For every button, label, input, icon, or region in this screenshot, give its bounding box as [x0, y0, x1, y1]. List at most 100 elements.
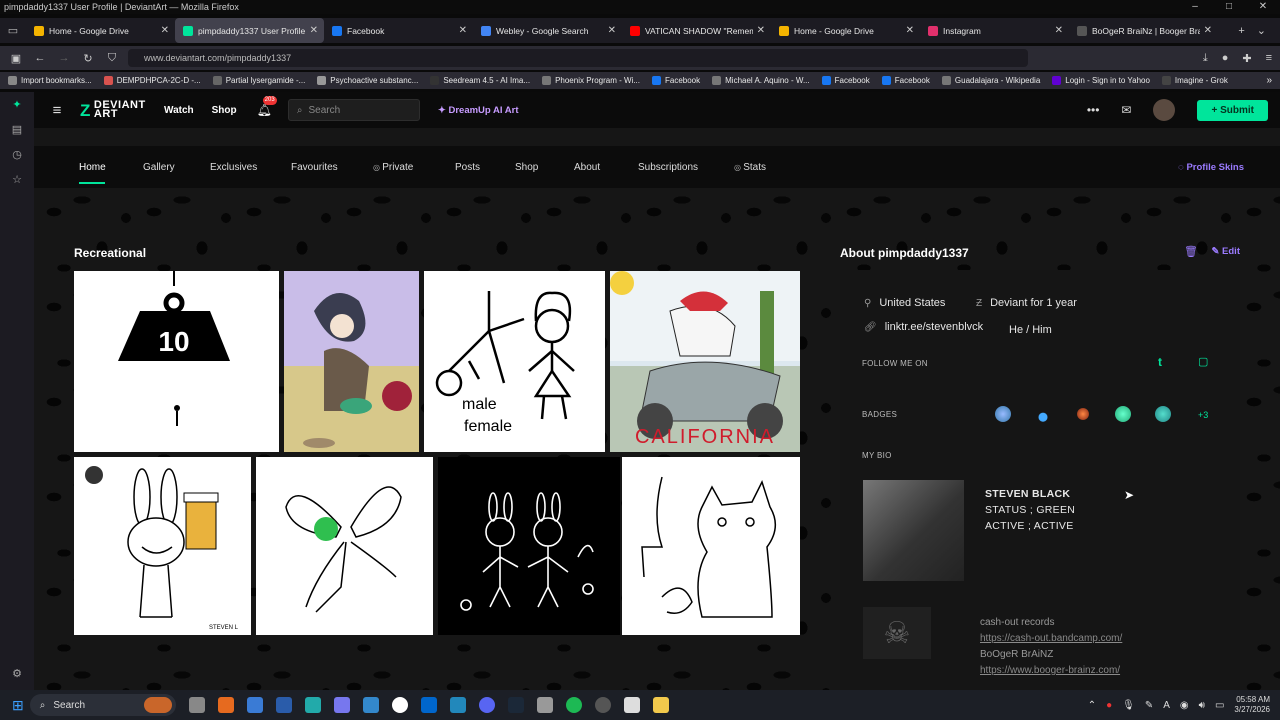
account-icon[interactable]: ●	[1222, 52, 1229, 64]
browser-tab[interactable]: Webley - Google Search ✕	[473, 18, 622, 43]
store-icon[interactable]	[420, 697, 437, 713]
bookmark-item[interactable]: Michael A. Aquino - W...	[712, 76, 810, 85]
bookmark-item[interactable]: Seedream 4.5 - AI Ima...	[430, 76, 530, 85]
badge-icon[interactable]	[1075, 406, 1091, 422]
bookmark-item[interactable]: Facebook	[651, 76, 700, 85]
reload-icon[interactable]: ↻	[76, 52, 100, 65]
tray-overflow-icon[interactable]: ⌃	[1088, 700, 1096, 711]
shield-icon[interactable]: ⛉	[100, 52, 124, 65]
subnav-exclusives[interactable]: Exclusives	[210, 162, 257, 173]
cash-link[interactable]: https://cash-out.bandcamp.com/	[980, 633, 1122, 644]
app-icon[interactable]	[333, 697, 350, 713]
close-tab-icon[interactable]: ✕	[1055, 25, 1063, 36]
language-icon[interactable]: A	[1163, 700, 1170, 711]
subnav-stats[interactable]: ◎ Stats	[734, 162, 766, 173]
subnav-posts[interactable]: Posts	[455, 162, 480, 173]
settings-icon[interactable]	[536, 697, 553, 713]
subnav-gallery[interactable]: Gallery	[143, 162, 175, 173]
gallery-thumb-rabbit[interactable]: STEVEN L	[74, 457, 251, 635]
discord-icon[interactable]	[478, 697, 495, 713]
maximize-button[interactable]: □	[1212, 0, 1246, 14]
task-view-icon[interactable]	[188, 697, 205, 713]
microphone-icon[interactable]: 🎙︎	[1122, 700, 1135, 711]
synced-tabs-icon[interactable]: ▤	[12, 123, 22, 136]
browser-tab[interactable]: Facebook ✕	[324, 18, 473, 43]
bookmark-item[interactable]: Guadalajara - Wikipedia	[941, 76, 1040, 85]
close-tab-icon[interactable]: ✕	[757, 25, 765, 36]
profile-link[interactable]: linktr.ee/stevenblvck	[885, 321, 983, 333]
app-icon[interactable]	[449, 697, 466, 713]
history-icon[interactable]: ◷	[12, 148, 22, 161]
subnav-private[interactable]: ◎ Private	[373, 162, 413, 173]
minimize-button[interactable]: –	[1178, 0, 1212, 14]
gallery-thumb-male-female[interactable]: male female	[424, 271, 605, 452]
browser-tab[interactable]: VATICAN SHADOW "Remembe ✕	[622, 18, 771, 43]
gallery-thumb-cat[interactable]	[622, 457, 800, 635]
back-icon[interactable]: ←	[28, 52, 52, 64]
bookmark-item[interactable]: Login - Sign in to Yahoo	[1052, 76, 1150, 85]
gallery-thumb-fairy[interactable]	[256, 457, 433, 635]
submit-button[interactable]: + Submit	[1197, 99, 1268, 121]
app-icon[interactable]	[391, 697, 408, 713]
subnav-subscriptions[interactable]: Subscriptions	[638, 162, 698, 173]
hamburger-menu-icon[interactable]: ≡	[34, 102, 80, 119]
shop-link[interactable]: Shop	[212, 105, 237, 116]
firefox-icon[interactable]	[217, 697, 234, 713]
bookmark-item[interactable]: Imagine - Grok	[1161, 76, 1228, 85]
pen-icon[interactable]: ✎	[1145, 700, 1153, 711]
bookmark-item[interactable]: Import bookmarks...	[8, 76, 92, 85]
close-tab-icon[interactable]: ✕	[608, 25, 616, 36]
close-tab-icon[interactable]: ✕	[906, 25, 914, 36]
gallery-thumb-weight[interactable]: 10	[74, 271, 279, 452]
twitch-icon[interactable]: ▢	[1198, 355, 1208, 368]
volume-icon[interactable]: 🔊︎	[1199, 700, 1205, 711]
tray-app-icon[interactable]: ●	[1106, 700, 1112, 711]
bookmarks-overflow-icon[interactable]: »	[1266, 75, 1272, 86]
profile-skins-link[interactable]: ◌ Profile Skins	[1178, 162, 1244, 173]
search-input[interactable]: ⌕ Search	[287, 99, 420, 121]
subnav-about[interactable]: About	[574, 162, 600, 173]
app-icon[interactable]	[594, 697, 611, 713]
network-icon[interactable]: ◉	[1180, 700, 1189, 711]
forward-icon[interactable]: →	[52, 52, 76, 64]
browser-tab[interactable]: BoOgeR BraiNz | Booger Brainz ✕	[1069, 18, 1218, 43]
close-window-button[interactable]: ✕	[1246, 0, 1280, 14]
subnav-favourites[interactable]: Favourites	[291, 162, 338, 173]
close-tab-icon[interactable]: ✕	[310, 25, 318, 36]
start-icon[interactable]: ⊞	[12, 697, 24, 714]
list-all-tabs-icon[interactable]: ⌄	[1257, 24, 1266, 37]
gallery-thumb-bunnies[interactable]	[438, 457, 620, 635]
badge-icon[interactable]	[1115, 406, 1131, 422]
bookmarks-icon[interactable]: ☆	[12, 173, 22, 186]
bookmark-item[interactable]: Phoenix Program - Wi...	[542, 76, 640, 85]
edit-link[interactable]: ✎ Edit	[1211, 246, 1240, 257]
bookmark-item[interactable]: Facebook	[821, 76, 870, 85]
terminal-icon[interactable]	[275, 697, 292, 713]
badge-icon[interactable]	[1155, 406, 1171, 422]
close-tab-icon[interactable]: ✕	[161, 25, 169, 36]
steam-icon[interactable]	[507, 697, 524, 713]
booger-link[interactable]: https://www.booger-brainz.com/	[980, 665, 1120, 676]
link-row[interactable]: 🔗︎ linktr.ee/stevenblvck	[864, 321, 983, 333]
bookmark-item[interactable]: DEMPDHPCA-2C-D -...	[103, 76, 201, 85]
gallery-thumb-california[interactable]: CALIFORNIA	[610, 271, 800, 452]
subnav-home[interactable]: Home	[79, 162, 106, 184]
extensions-icon[interactable]: ✚	[1242, 52, 1251, 65]
notepad-icon[interactable]	[304, 697, 321, 713]
close-tab-icon[interactable]: ✕	[459, 25, 467, 36]
download-icon[interactable]: ⤓	[1203, 52, 1208, 65]
browser-tab[interactable]: Home - Google Drive ✕	[26, 18, 175, 43]
mail-icon[interactable]: ✉	[1121, 103, 1131, 117]
url-bar[interactable]: www.deviantart.com/pimpdaddy1337	[128, 49, 1028, 67]
clock[interactable]: 05:58 AM 3/27/2026	[1234, 695, 1270, 715]
file-explorer-icon[interactable]	[652, 697, 669, 713]
browser-tab[interactable]: Instagram ✕	[920, 18, 1069, 43]
audio-app-icon[interactable]	[623, 697, 640, 713]
taskbar-search[interactable]: ⌕ Search	[29, 694, 176, 716]
customize-sidebar-icon[interactable]: ⚙	[12, 667, 22, 680]
ai-chat-icon[interactable]: ✦	[12, 98, 21, 111]
badge-icon[interactable]	[1035, 406, 1051, 422]
badge-icon[interactable]	[995, 406, 1011, 422]
battery-icon[interactable]: ▭	[1215, 700, 1224, 711]
tab-overview-icon[interactable]: ▭	[0, 24, 26, 37]
